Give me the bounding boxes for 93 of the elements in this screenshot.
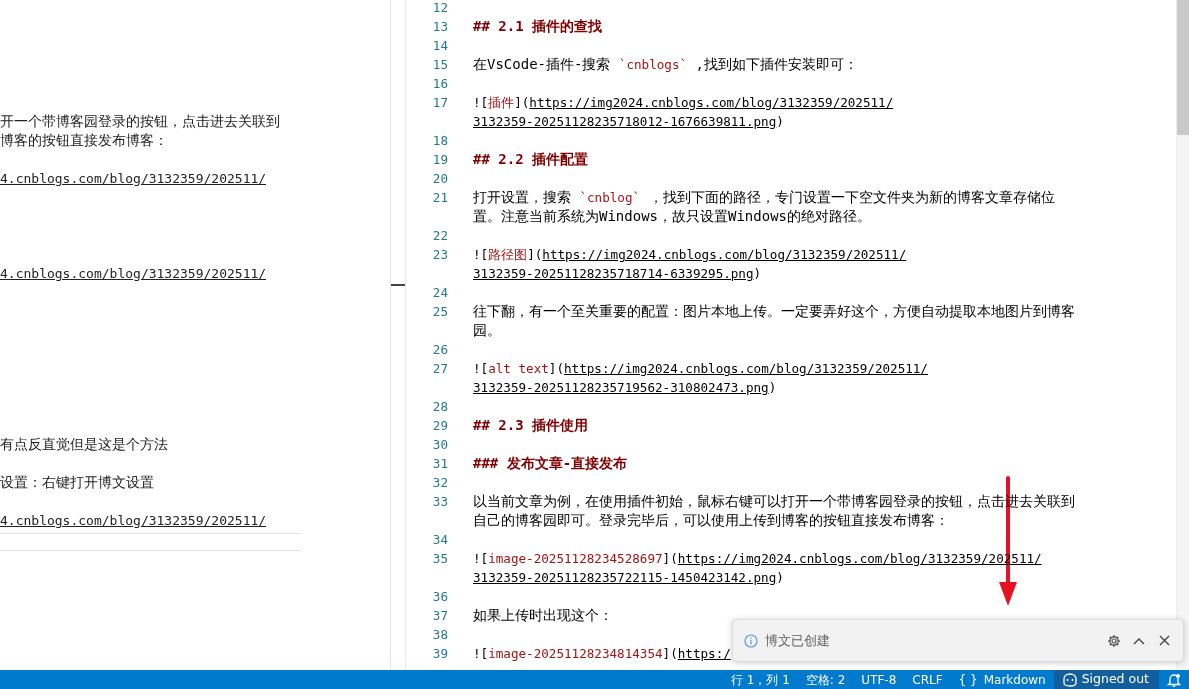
line-number: 34 <box>432 532 448 547</box>
image-url: 3132359-20251128235718714-6339295.png <box>473 265 754 283</box>
image-url: 3132359-20251128235719562-310802473.png <box>473 379 769 397</box>
image-alt-text: 插件 <box>488 94 515 112</box>
preview-text: 设置：右键打开博文设置 <box>0 474 154 490</box>
account-status[interactable]: Signed out <box>1053 670 1159 689</box>
markdown-syntax: ![ <box>473 645 489 663</box>
line-number: 20 <box>432 171 448 186</box>
editor-text: ，找到下面的路径，专门设置一下空文件夹为新的博客文章存储位 <box>647 188 1055 207</box>
line-number: 31 <box>432 456 448 471</box>
editor-text: 往下翻，有一个至关重要的配置：图片本地上传。一定要弄好这个，方便自动提取本地图片到博客 <box>473 302 1075 321</box>
line-number: 28 <box>432 399 448 414</box>
image-url: https:/ <box>677 645 731 663</box>
notification-message: 博文已创建 <box>765 631 831 650</box>
status-item[interactable]: CRLF <box>904 670 951 689</box>
markdown-syntax: ) <box>768 379 777 397</box>
line-number: 17 <box>432 95 448 110</box>
status-item[interactable]: 空格: 2 <box>797 670 854 689</box>
info-icon <box>744 633 758 648</box>
image-url: https://img2024.cnblogs.com/blog/3132359/202511/ <box>542 246 907 264</box>
image-url: 3132359-20251128235722115-1450423142.png <box>473 569 777 587</box>
preview-text: 有点反直觉但是这是个方法 <box>0 436 168 452</box>
editor-text: 打开设置，搜索 <box>473 188 572 207</box>
markdown-heading: ### 发布文章-直接发布 <box>473 454 628 473</box>
line-number: 33 <box>432 494 448 509</box>
status-item[interactable]: { } <box>950 670 982 689</box>
line-number: 36 <box>432 589 448 604</box>
settings-icon <box>1107 633 1121 648</box>
preview-link[interactable]: 4.cnblogs.com/blog/3132359/202511/ <box>0 513 267 528</box>
line-number: 30 <box>432 437 448 452</box>
image-url: https://img2024.cnblogs.com/blog/3132359/202511/ <box>564 360 928 378</box>
image-alt-text: alt text <box>488 360 549 378</box>
preview-text: 开一个带博客园登录的按钮，点击进去关联到 <box>0 113 280 129</box>
scrollbar[interactable] <box>1176 0 1189 670</box>
line-number: 38 <box>432 627 448 642</box>
preview-link[interactable]: 4.cnblogs.com/blog/3132359/202511/ <box>0 266 267 281</box>
line-number: 15 <box>432 57 448 72</box>
status-item[interactable]: 行 1，列 1 <box>722 670 798 689</box>
close-icon <box>1158 635 1170 646</box>
line-number: 39 <box>432 646 448 661</box>
editor-text: ,找到如下插件安装即可： <box>694 55 858 74</box>
line-number: 25 <box>432 304 448 319</box>
editor-text: 在VsCode-插件-搜索 <box>473 55 612 74</box>
image-url: 3132359-20251128235718012-1676639811.png <box>473 113 777 131</box>
editor-text: 园。 <box>473 321 501 340</box>
line-number: 37 <box>432 608 448 623</box>
line-number: 35 <box>432 551 448 566</box>
markdown-heading: ## 2.1 插件的查找 <box>473 17 602 36</box>
line-number: 19 <box>432 152 448 167</box>
line-number: 23 <box>432 247 448 262</box>
markdown-heading: ## 2.3 插件使用 <box>473 416 588 435</box>
line-number: 21 <box>432 190 448 205</box>
line-number: 12 <box>432 0 448 15</box>
editor-text: 如果上传时出现这个： <box>473 606 613 625</box>
markdown-syntax: ]( <box>527 246 543 264</box>
image-alt-text: image-20251128234528697 <box>488 550 663 568</box>
markdown-heading: ## 2.2 插件配置 <box>473 150 588 169</box>
line-number: 32 <box>432 475 448 490</box>
line-number: 18 <box>432 133 448 148</box>
status-item[interactable]: UTF-8 <box>853 670 905 689</box>
editor-text: 置。注意当前系统为Windows，故只设置Windows的绝对路径。 <box>473 207 871 226</box>
markdown-syntax: ]( <box>514 94 530 112</box>
markdown-syntax: ![ <box>473 360 489 378</box>
line-number: 29 <box>432 418 448 433</box>
markdown-syntax: ) <box>776 569 784 587</box>
image-url: https://img2024.cnblogs.com/blog/3132359/202511/ <box>529 94 894 112</box>
inline-code: `cnblog` <box>579 189 641 207</box>
scrollbar-thumb[interactable] <box>1177 0 1189 135</box>
line-number: 13 <box>432 19 448 34</box>
inline-code: `cnblogs` <box>618 56 688 74</box>
markdown-syntax: ![ <box>473 550 489 568</box>
preview-link[interactable]: 4.cnblogs.com/blog/3132359/202511/ <box>0 171 267 186</box>
editor-text: 自己的博客园即可。登录完毕后，可以使用上传到博客的按钮直接发布博客： <box>473 511 949 530</box>
line-number: 22 <box>432 228 448 243</box>
line-number: 14 <box>432 38 448 53</box>
markdown-syntax: ]( <box>662 645 678 663</box>
markdown-syntax: ![ <box>473 94 489 112</box>
bell-icon <box>1167 672 1181 687</box>
image-alt-text: 路径图 <box>488 246 528 264</box>
markdown-syntax: ) <box>776 113 784 131</box>
markdown-syntax: ![ <box>473 246 489 264</box>
markdown-syntax: ]( <box>548 360 564 378</box>
image-alt-text: image-20251128234814354 <box>488 645 663 663</box>
status-item[interactable]: Markdown <box>981 670 1054 689</box>
chevron-up-icon <box>1133 636 1145 645</box>
line-number: 27 <box>432 361 448 376</box>
preview-text: 博客的按钮直接发布博客： <box>0 132 168 148</box>
line-number: 26 <box>432 342 448 357</box>
line-number: 16 <box>432 76 448 91</box>
line-number: 24 <box>432 285 448 300</box>
markdown-syntax: ) <box>753 265 762 283</box>
copilot-icon <box>1061 672 1078 687</box>
markdown-syntax: ]( <box>662 550 678 568</box>
